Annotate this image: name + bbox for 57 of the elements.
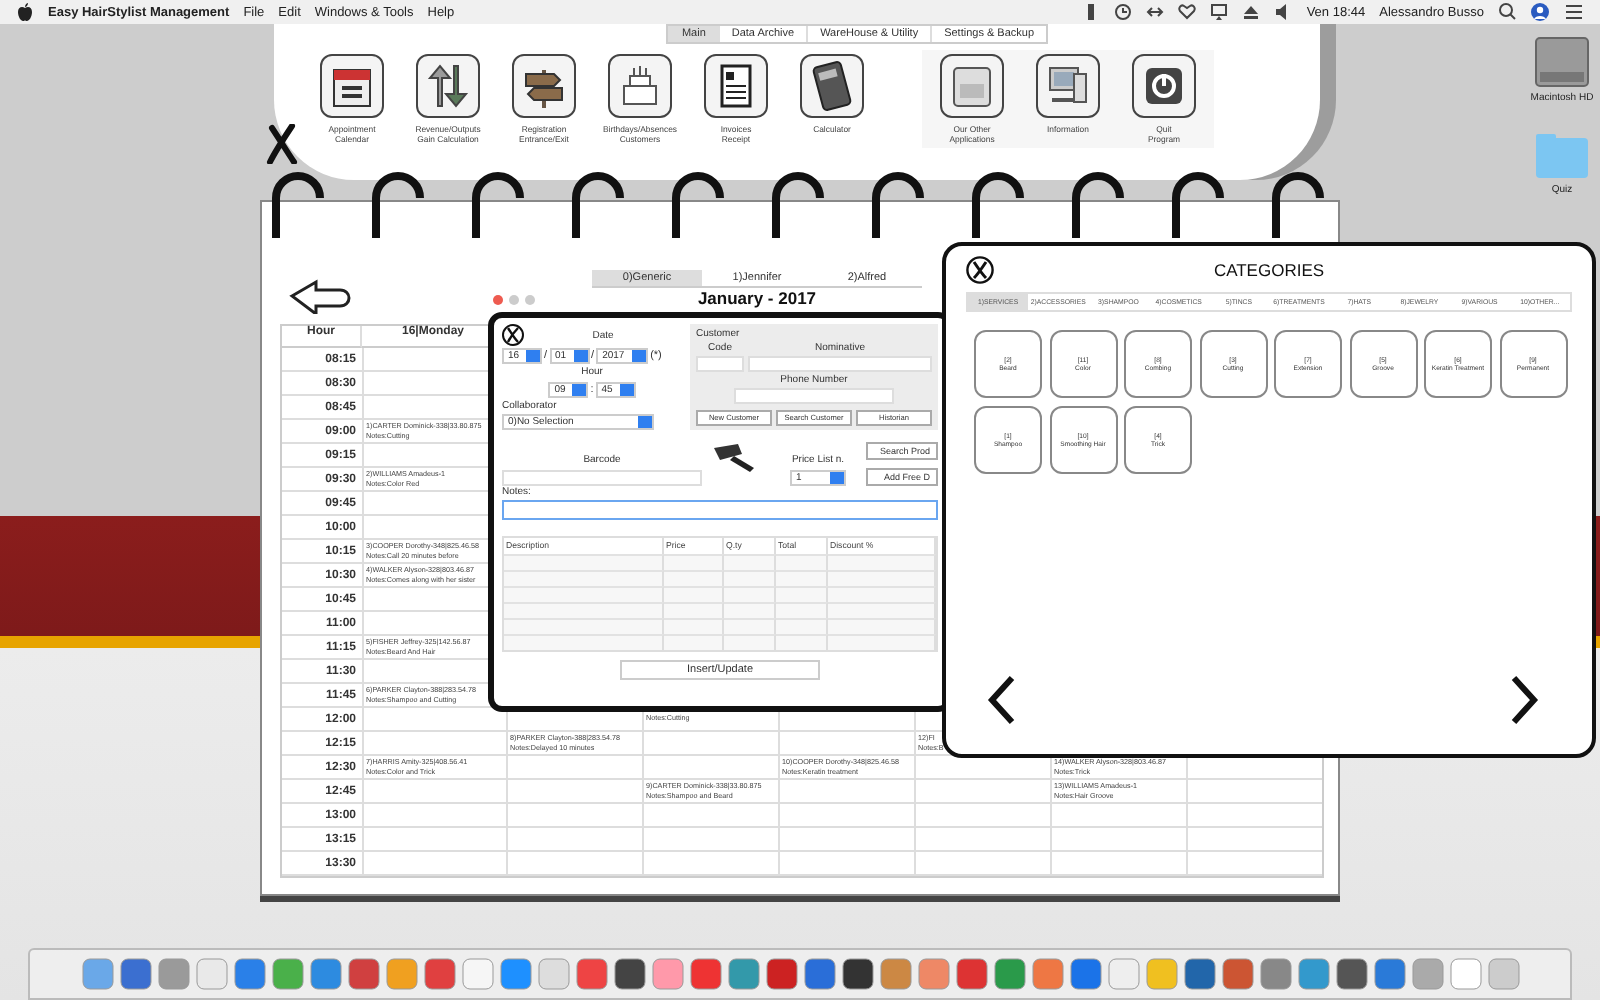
table-cell bbox=[914, 828, 1050, 852]
notes-field[interactable] bbox=[502, 500, 938, 520]
app-icon[interactable] bbox=[841, 958, 873, 990]
table-cell bbox=[1186, 804, 1322, 828]
calendar-title: January - 2017 bbox=[697, 290, 817, 308]
table-cell bbox=[362, 852, 506, 876]
avatar-icon[interactable] bbox=[1530, 2, 1550, 22]
table-cell bbox=[642, 852, 778, 876]
toolbar-button[interactable] bbox=[608, 54, 672, 118]
table-cell bbox=[1050, 828, 1186, 852]
table-cell bbox=[362, 804, 506, 828]
table-cell bbox=[506, 828, 642, 852]
close-icon[interactable] bbox=[966, 256, 994, 284]
dialog-title: CATEGORIES bbox=[1211, 260, 1327, 280]
toolbar-button[interactable] bbox=[416, 54, 480, 118]
table-cell bbox=[362, 828, 506, 852]
heart-icon[interactable] bbox=[1178, 2, 1197, 22]
arrows-icon[interactable] bbox=[1146, 2, 1165, 22]
app-icon[interactable] bbox=[1335, 958, 1367, 990]
nominative-field[interactable] bbox=[748, 356, 932, 372]
toolbar-button[interactable] bbox=[512, 54, 576, 118]
phone-field[interactable] bbox=[734, 388, 894, 404]
table-cell bbox=[1050, 852, 1186, 876]
eject-icon[interactable] bbox=[1242, 2, 1261, 22]
cross-mark-icon bbox=[266, 124, 298, 164]
table-cell bbox=[1186, 828, 1322, 852]
back-arrow-icon[interactable] bbox=[288, 278, 356, 314]
app-icon[interactable] bbox=[1183, 958, 1215, 990]
hard-drive-icon[interactable] bbox=[1534, 36, 1590, 88]
chevron-right-icon[interactable] bbox=[1508, 674, 1540, 726]
table-cell bbox=[506, 852, 642, 876]
table-cell bbox=[914, 804, 1050, 828]
table-cell bbox=[778, 828, 914, 852]
table-cell bbox=[506, 804, 642, 828]
table-cell bbox=[778, 804, 914, 828]
table-cell bbox=[778, 852, 914, 876]
toolbar-button[interactable] bbox=[1036, 54, 1100, 118]
display-icon[interactable] bbox=[1210, 2, 1229, 22]
table-cell bbox=[1186, 852, 1322, 876]
chevron-left-icon[interactable] bbox=[986, 674, 1018, 726]
table-cell bbox=[642, 828, 778, 852]
list-icon[interactable] bbox=[1564, 2, 1584, 22]
apple-icon[interactable] bbox=[16, 2, 34, 22]
window-controls-icon[interactable] bbox=[492, 294, 536, 306]
toolbar-button[interactable] bbox=[320, 54, 384, 118]
close-icon[interactable] bbox=[502, 324, 524, 346]
barcode-field[interactable] bbox=[502, 470, 702, 486]
code-field[interactable] bbox=[696, 356, 744, 372]
search-icon[interactable] bbox=[1498, 2, 1516, 22]
clock-icon[interactable] bbox=[1114, 2, 1133, 22]
table-cell bbox=[914, 852, 1050, 876]
app-icon[interactable] bbox=[765, 958, 797, 990]
toolbar-button[interactable] bbox=[940, 54, 1004, 118]
app-icon[interactable] bbox=[613, 958, 645, 990]
toolbar-button[interactable] bbox=[704, 54, 768, 118]
toolbar-button[interactable] bbox=[1132, 54, 1196, 118]
toolbar-button[interactable] bbox=[800, 54, 864, 118]
